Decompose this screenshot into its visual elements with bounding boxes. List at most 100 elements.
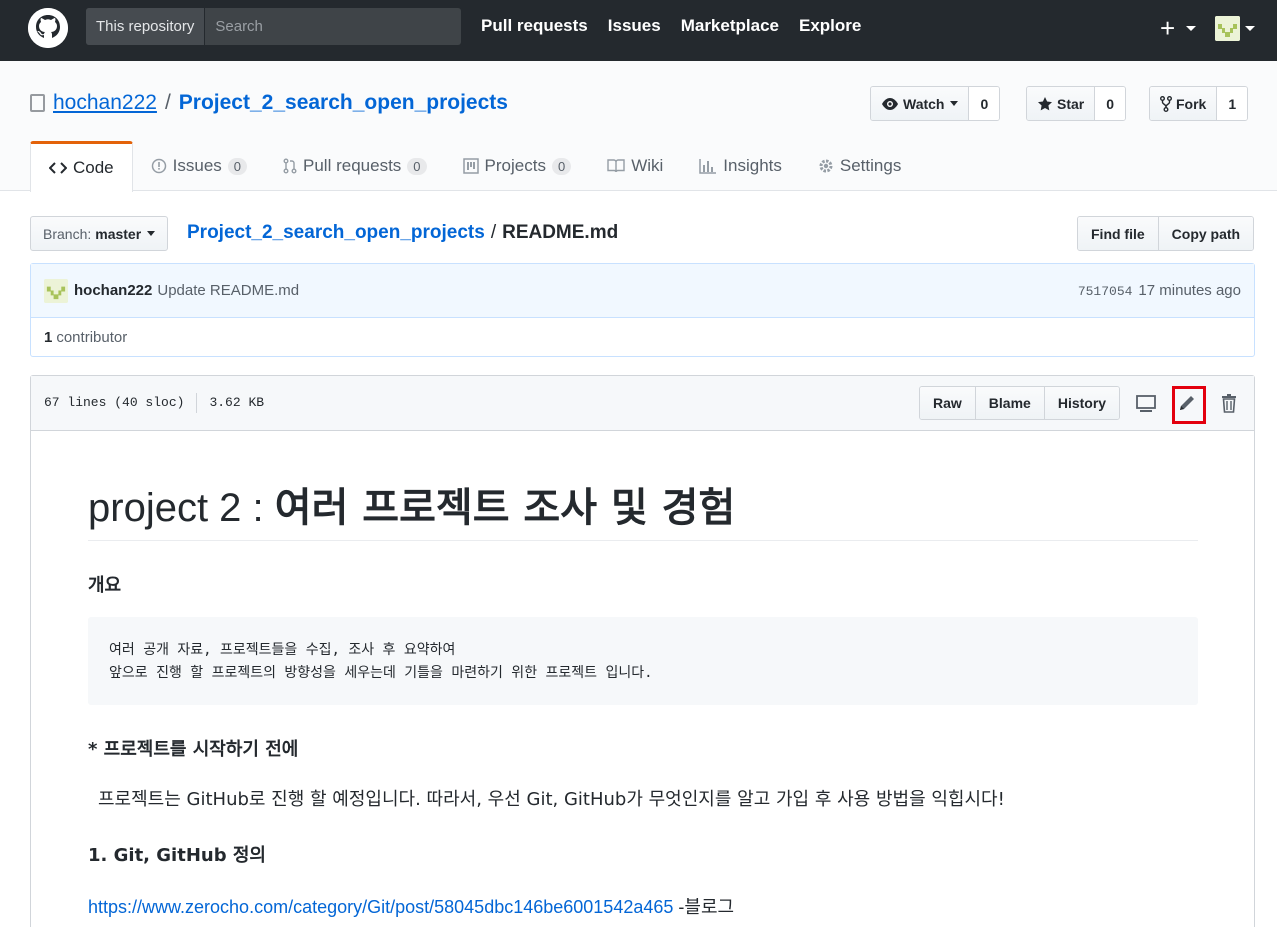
tab-settings[interactable]: Settings: [800, 141, 919, 191]
repo-nav-tabs: Code Issues 0 Pull requests 0 Projects 0…: [30, 141, 919, 192]
commit-sha[interactable]: 7517054: [1078, 284, 1133, 299]
chevron-down-icon: [147, 231, 156, 236]
repo-owner-link[interactable]: hochan222: [53, 91, 157, 115]
global-header: This repository Pull requests Issues Mar…: [0, 0, 1277, 61]
breadcrumb-separator: /: [490, 222, 497, 243]
tab-code[interactable]: Code: [30, 141, 133, 192]
tab-wiki-label: Wiki: [631, 156, 664, 175]
commit-message[interactable]: Update README.md: [157, 282, 299, 299]
branch-label: Branch:: [43, 225, 92, 242]
raw-button[interactable]: Raw: [920, 387, 975, 419]
search-input[interactable]: [205, 8, 461, 45]
global-nav: Pull requests Issues Marketplace Explore: [481, 16, 861, 36]
search-box: This repository: [86, 8, 461, 45]
breadcrumb-file: README.md: [502, 222, 619, 243]
star-count[interactable]: 0: [1094, 87, 1126, 120]
desktop-icon[interactable]: [1135, 392, 1157, 414]
readme-title-korean: 여러 프로젝트 조사 및 경험: [274, 485, 736, 531]
file-size: 3.62 KB: [209, 395, 265, 410]
tab-issues[interactable]: Issues 0: [133, 141, 265, 191]
readme-title: project 2 : 여러 프로젝트 조사 및 경험: [88, 432, 1198, 541]
copy-path-button[interactable]: Copy path: [1157, 217, 1254, 250]
nav-pull-requests[interactable]: Pull requests: [481, 16, 588, 36]
graph-icon: [699, 159, 717, 174]
edit-highlight-box: [1172, 386, 1206, 424]
book-icon: [607, 159, 625, 173]
commit-time: 17 minutes ago: [1138, 282, 1241, 299]
reference-link[interactable]: https://www.zerocho.com/category/Git/pos…: [88, 897, 673, 917]
file-lines: 67 lines (40 sloc): [44, 395, 185, 410]
git-definition-heading: 1. Git, GitHub 정의: [88, 845, 266, 866]
tab-projects[interactable]: Projects 0: [445, 141, 590, 191]
tab-pull-requests-label: Pull requests: [303, 156, 402, 175]
gear-icon: [819, 159, 833, 173]
blame-button[interactable]: Blame: [974, 387, 1044, 419]
tab-pull-requests[interactable]: Pull requests 0: [265, 141, 445, 191]
tab-projects-label: Projects: [484, 156, 546, 175]
star-icon: [1038, 96, 1052, 110]
projects-counter: 0: [551, 157, 572, 175]
tab-wiki[interactable]: Wiki: [589, 141, 681, 191]
history-button[interactable]: History: [1043, 387, 1120, 419]
fork-button[interactable]: Fork: [1150, 87, 1217, 120]
chevron-down-icon[interactable]: [1245, 26, 1255, 31]
overview-code-block: 여러 공개 자료, 프로젝트들을 수집, 조사 후 요약하여 앞으로 진행 할 …: [88, 617, 1198, 705]
overview-line-2: 앞으로 진행 할 프로젝트의 방향성을 세우는데 기틀을 마련하기 위한 프로젝…: [109, 665, 653, 681]
watch-button[interactable]: Watch: [871, 87, 969, 120]
pull-requests-counter: 0: [407, 157, 427, 175]
repo-icon: [30, 94, 45, 112]
user-avatar[interactable]: [1215, 16, 1240, 41]
overview-line-1: 여러 공개 자료, 프로젝트들을 수집, 조사 후 요약하여: [109, 642, 456, 658]
readme-content: project 2 : 여러 프로젝트 조사 및 경험 개요 여러 공개 자료,…: [88, 432, 1198, 919]
code-icon: [49, 162, 67, 174]
tab-issues-label: Issues: [172, 156, 222, 175]
contributor-count: 1: [44, 328, 53, 346]
before-start-heading: * 프로젝트를 시작하기 전에: [88, 739, 299, 760]
branch-name: master: [95, 225, 142, 242]
commit-meta: 7517054 17 minutes ago: [1078, 282, 1241, 299]
star-group: Star 0: [1026, 86, 1127, 121]
commit-tease: hochan222 Update README.md 7517054 17 min…: [30, 263, 1255, 357]
fork-count[interactable]: 1: [1216, 87, 1248, 120]
breadcrumb-repo-link[interactable]: Project_2_search_open_projects: [187, 222, 485, 243]
github-logo-icon[interactable]: [28, 8, 68, 48]
star-label: Star: [1057, 95, 1085, 112]
trash-icon[interactable]: [1218, 392, 1240, 414]
tab-insights-label: Insights: [723, 156, 782, 175]
nav-issues[interactable]: Issues: [608, 16, 661, 36]
latest-commit: hochan222 Update README.md 7517054 17 min…: [31, 264, 1254, 318]
fork-label: Fork: [1176, 95, 1207, 112]
find-file-button[interactable]: Find file: [1078, 217, 1158, 250]
issue-icon: [151, 158, 166, 174]
repo-title-separator: /: [164, 91, 171, 114]
watch-count[interactable]: 0: [968, 87, 1000, 120]
reference-link-row: https://www.zerocho.com/category/Git/pos…: [88, 893, 1198, 919]
file-viewer: 67 lines (40 sloc) 3.62 KB Raw Blame His…: [30, 375, 1255, 927]
chevron-down-icon[interactable]: [1186, 26, 1196, 31]
file-info-divider: [196, 393, 198, 413]
repo-name-link[interactable]: Project_2_search_open_projects: [179, 91, 508, 115]
star-button[interactable]: Star: [1027, 87, 1095, 120]
eye-icon: [882, 97, 898, 110]
tab-settings-label: Settings: [839, 156, 902, 175]
commit-author[interactable]: hochan222: [74, 282, 152, 299]
project-icon: [462, 158, 479, 174]
file-header: 67 lines (40 sloc) 3.62 KB Raw Blame His…: [31, 376, 1254, 431]
nav-marketplace[interactable]: Marketplace: [681, 16, 779, 36]
issues-counter: 0: [227, 157, 248, 175]
create-new-icon[interactable]: +: [1160, 15, 1175, 41]
file-info: 67 lines (40 sloc) 3.62 KB: [44, 393, 265, 413]
repo-header: hochan222 / Project_2_search_open_projec…: [0, 61, 1277, 192]
tab-insights[interactable]: Insights: [681, 141, 800, 191]
branch-selector[interactable]: Branch: master: [30, 216, 169, 251]
pull-request-icon: [283, 158, 297, 174]
file-nav-buttons: Find file Copy path: [1077, 216, 1255, 251]
watch-label: Watch: [903, 95, 945, 112]
contributor-label: contributor: [56, 328, 128, 346]
commit-author-avatar[interactable]: [44, 278, 68, 303]
nav-explore[interactable]: Explore: [799, 16, 861, 36]
contributors[interactable]: 1 contributor: [31, 318, 1254, 356]
fork-group: Fork 1: [1149, 86, 1249, 121]
watch-group: Watch 0: [870, 86, 1001, 121]
file-view-buttons: Raw Blame History: [919, 386, 1121, 420]
